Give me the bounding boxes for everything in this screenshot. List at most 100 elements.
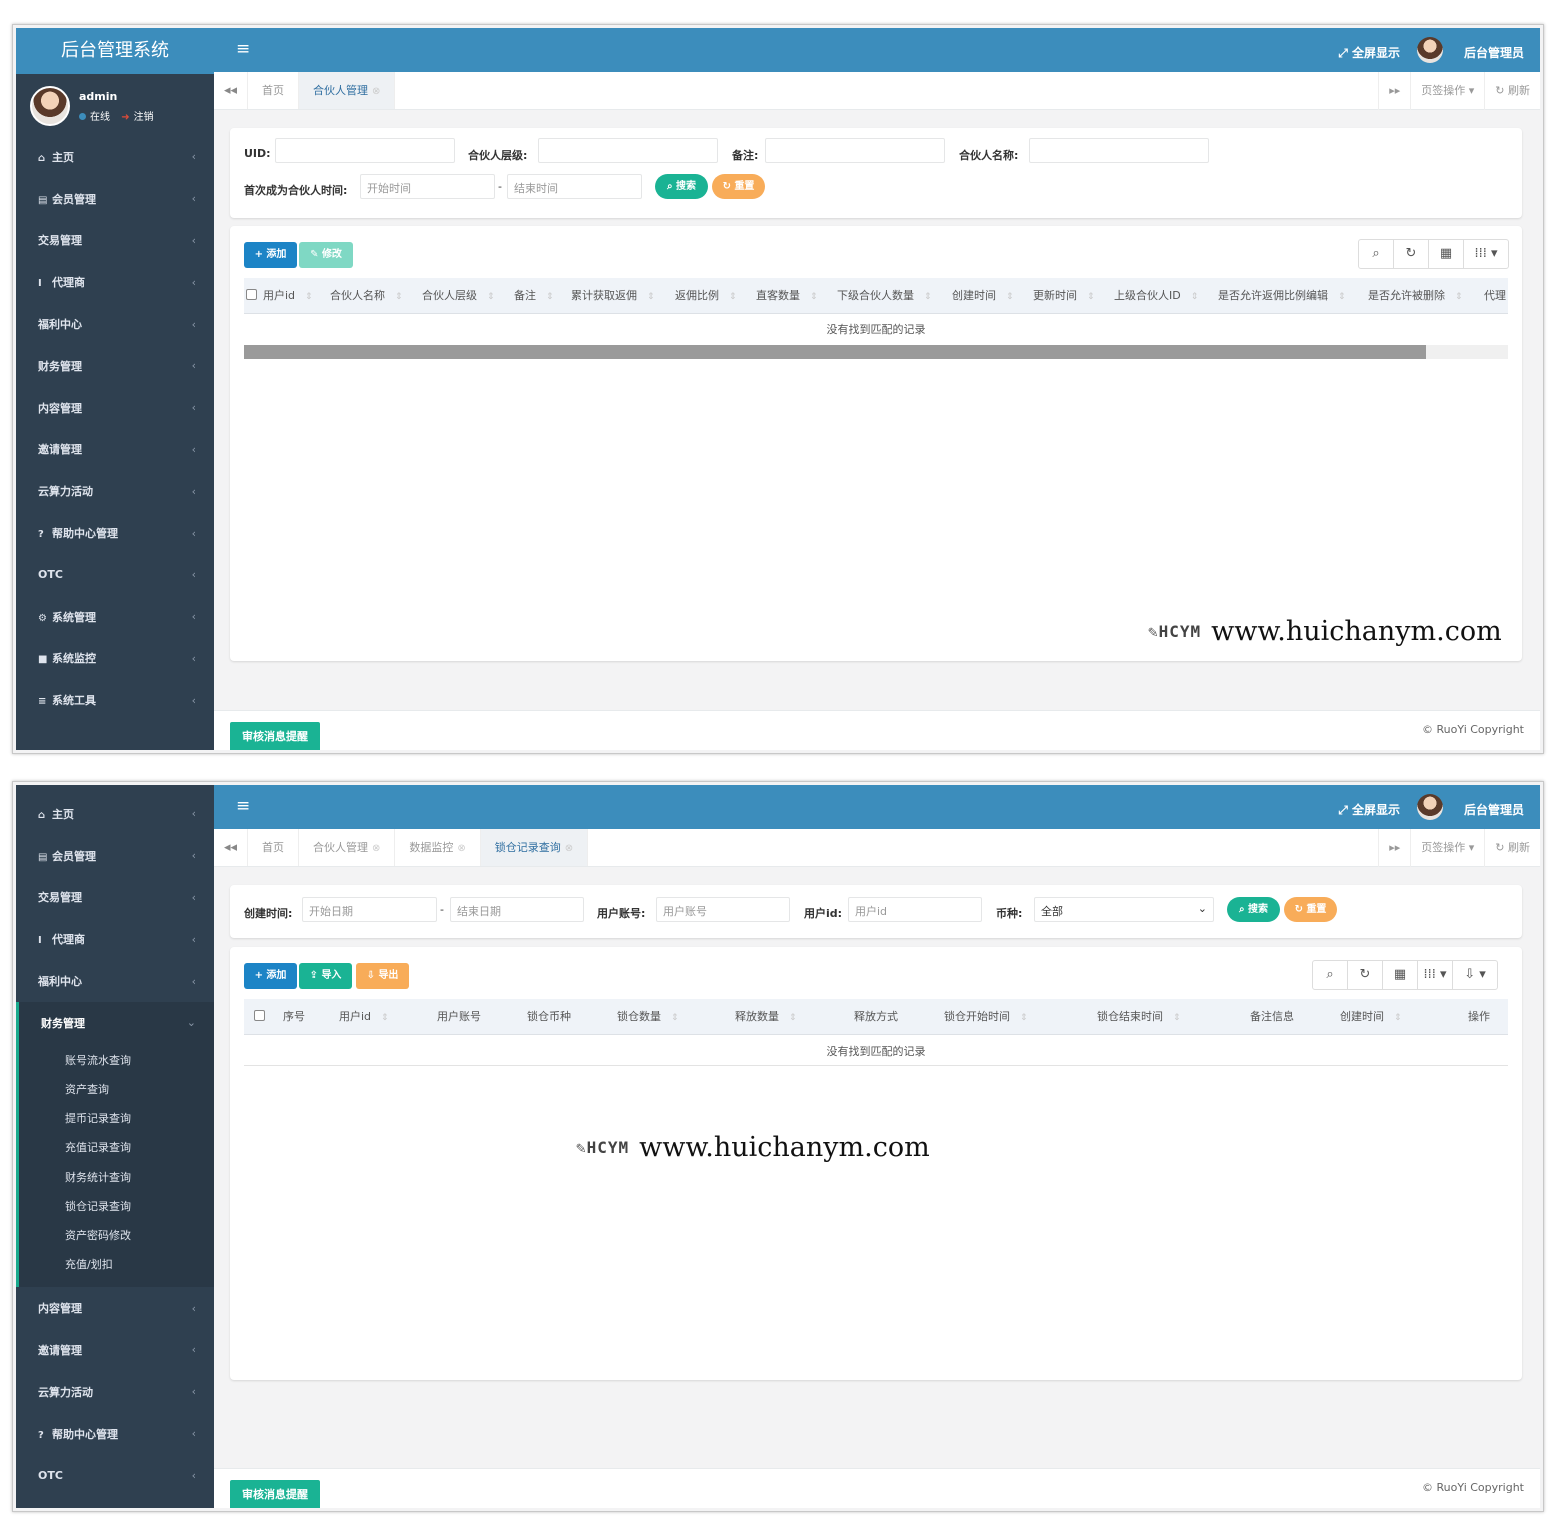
refresh-button[interactable]: ↻ 刷新 (1484, 829, 1540, 867)
submenu-item[interactable]: 账号流水查询 (19, 1046, 214, 1075)
submenu-item[interactable]: 提币记录查询 (19, 1104, 214, 1133)
tab-next-icon[interactable]: ▸▸ (1378, 829, 1410, 867)
column-header[interactable]: 锁仓数量 ⇕ (617, 999, 679, 1036)
submenu-item[interactable]: 充值/划扣 (19, 1250, 214, 1279)
column-header[interactable]: 是否允许返佣比例编辑 ⇕ (1218, 278, 1346, 315)
logout-link[interactable]: 注销 (134, 112, 154, 123)
sidebar-item[interactable]: 福利中心 ‹ (16, 303, 214, 345)
admin-avatar[interactable] (1417, 37, 1443, 63)
column-header[interactable]: 是否允许被删除 ⇕ (1368, 278, 1463, 315)
export-dropdown-icon[interactable]: ⇩ ▾ (1453, 961, 1497, 989)
column-header[interactable]: 锁仓结束时间 ⇕ (1097, 999, 1181, 1036)
column-header[interactable]: 用户id ⇕ (339, 999, 389, 1036)
reset-button[interactable]: ↻ 重置 (1284, 897, 1337, 922)
account-input[interactable]: 用户账号 (656, 897, 790, 922)
sidebar-item[interactable]: I 代理商 ‹ (16, 261, 214, 303)
sidebar-item[interactable]: 财务管理 ‹ (16, 345, 214, 387)
column-header[interactable]: 累计获取返佣 ⇕ (571, 278, 655, 315)
sidebar-item[interactable]: ⌂ 主页 ‹ (16, 136, 214, 178)
sidebar-item[interactable]: 内容管理 ‹ (16, 1287, 214, 1329)
tab-prev-icon[interactable]: ◂◂ (214, 829, 248, 866)
close-tab-icon[interactable]: ⊗ (372, 843, 380, 854)
sidebar-item[interactable]: ? 帮助中心管理 ‹ (16, 512, 214, 554)
tab-item[interactable]: 数据监控 ⊗ (395, 829, 481, 866)
fullscreen-button[interactable]: ⤢ 全屏显示 (1338, 801, 1400, 818)
column-header[interactable]: 下级合伙人数量 ⇕ (837, 278, 932, 315)
sort-icon[interactable]: ⇕ (924, 292, 932, 302)
export-button[interactable]: ⇩ 导出 (356, 963, 409, 989)
column-header[interactable]: 备注信息 (1250, 999, 1294, 1035)
page-ops-dropdown[interactable]: 页签操作 ▾ (1410, 829, 1484, 867)
submenu-item[interactable]: 资产查询 (19, 1075, 214, 1104)
column-header[interactable]: 锁仓币种 (527, 999, 571, 1035)
start-time-input[interactable]: 开始时间 (360, 174, 495, 199)
tab-item[interactable]: 首页 (248, 72, 299, 109)
sidebar-item[interactable]: OTC ‹ (16, 554, 214, 596)
search-toggle-icon[interactable]: ⌕ (1359, 240, 1394, 268)
sidebar-item[interactable]: 云算力活动 ‹ (16, 1371, 214, 1413)
close-tab-icon[interactable]: ⊗ (457, 843, 465, 854)
submenu-item[interactable]: 财务统计查询 (19, 1163, 214, 1192)
select-all-checkbox[interactable] (254, 1010, 265, 1021)
search-toggle-icon[interactable]: ⌕ (1313, 961, 1348, 989)
column-header[interactable]: 代理 (1484, 278, 1506, 314)
scrollbar-thumb[interactable] (244, 345, 1426, 359)
logout-icon[interactable]: ➜ (121, 112, 129, 123)
sort-icon[interactable]: ⇕ (1455, 292, 1463, 302)
refresh-table-icon[interactable]: ↻ (1394, 240, 1429, 268)
sidebar-item[interactable]: 福利中心 ‹ (16, 960, 214, 1002)
tab-item[interactable]: 锁仓记录查询 ⊗ (480, 829, 589, 866)
sort-icon[interactable]: ⇕ (1006, 292, 1014, 302)
menu-toggle-icon[interactable]: ≡ (236, 39, 250, 59)
remark-input[interactable] (765, 138, 945, 163)
search-button[interactable]: ⌕ 搜索 (655, 174, 708, 199)
brand-title[interactable]: 后台管理系统 (16, 28, 214, 74)
toggle-view-icon[interactable]: ▦ (1383, 961, 1418, 989)
sort-icon[interactable]: ⇕ (1173, 1013, 1181, 1023)
tab-item[interactable]: 合伙人管理 ⊗ (299, 829, 396, 866)
sidebar-item[interactable]: ■ 系统监控 ‹ (16, 638, 214, 680)
tab-prev-icon[interactable]: ◂◂ (214, 72, 248, 109)
sidebar-item[interactable]: 邀请管理 ‹ (16, 429, 214, 471)
coin-select[interactable]: 全部 ⌄ (1034, 897, 1214, 922)
audit-reminder-button[interactable]: 审核消息提醒 (230, 1480, 320, 1508)
tab-next-icon[interactable]: ▸▸ (1378, 72, 1410, 110)
column-header[interactable]: 锁仓开始时间 ⇕ (944, 999, 1028, 1036)
search-button[interactable]: ⌕ 搜索 (1227, 897, 1280, 922)
sidebar-item[interactable]: ▤ 会员管理 ‹ (16, 178, 214, 220)
sidebar-item[interactable]: ? 帮助中心管理 ‹ (16, 1413, 214, 1455)
reset-button[interactable]: ↻ 重置 (712, 174, 765, 199)
columns-dropdown-icon[interactable]: ⁞⁞⁞ ▾ (1418, 961, 1453, 989)
end-time-input[interactable]: 结束时间 (507, 174, 642, 199)
sort-icon[interactable]: ⇕ (487, 292, 495, 302)
sort-icon[interactable]: ⇕ (789, 1013, 797, 1023)
sidebar-item[interactable]: OTC ‹ (16, 1454, 214, 1496)
column-header[interactable]: 释放方式 (854, 999, 898, 1035)
column-header[interactable]: 备注 ⇕ (514, 278, 554, 315)
sidebar-item[interactable]: I 代理商 ‹ (16, 918, 214, 960)
sort-icon[interactable]: ⇕ (305, 292, 313, 302)
menu-toggle-icon[interactable]: ≡ (236, 796, 250, 816)
sort-icon[interactable]: ⇕ (546, 292, 554, 302)
import-button[interactable]: ⇪ 导入 (299, 963, 352, 989)
partner-name-input[interactable] (1029, 138, 1209, 163)
edit-button[interactable]: ✎ 修改 (299, 242, 353, 268)
sidebar-item[interactable]: ▤ 会员管理 ‹ (16, 835, 214, 877)
sort-icon[interactable]: ⇕ (671, 1013, 679, 1023)
sort-icon[interactable]: ⇕ (1087, 292, 1095, 302)
sort-icon[interactable]: ⇕ (1020, 1013, 1028, 1023)
sort-icon[interactable]: ⇕ (1191, 292, 1199, 302)
start-date-input[interactable]: 开始日期 (302, 897, 437, 922)
level-input[interactable] (538, 138, 718, 163)
tab-item[interactable]: 合伙人管理 ⊗ (299, 72, 396, 109)
sidebar-item[interactable]: 交易管理 ‹ (16, 220, 214, 262)
sidebar-item[interactable]: 交易管理 ‹ (16, 877, 214, 919)
user-avatar[interactable] (30, 86, 70, 126)
page-ops-dropdown[interactable]: 页签操作 ▾ (1410, 72, 1484, 110)
columns-dropdown-icon[interactable]: ⁞⁞⁞ ▾ (1464, 240, 1508, 268)
add-button[interactable]: + 添加 (244, 963, 297, 989)
sort-icon[interactable]: ⇕ (810, 292, 818, 302)
audit-reminder-button[interactable]: 审核消息提醒 (230, 722, 320, 750)
close-tab-icon[interactable]: ⊗ (372, 86, 380, 97)
admin-menu[interactable]: 后台管理员 (1464, 801, 1524, 818)
